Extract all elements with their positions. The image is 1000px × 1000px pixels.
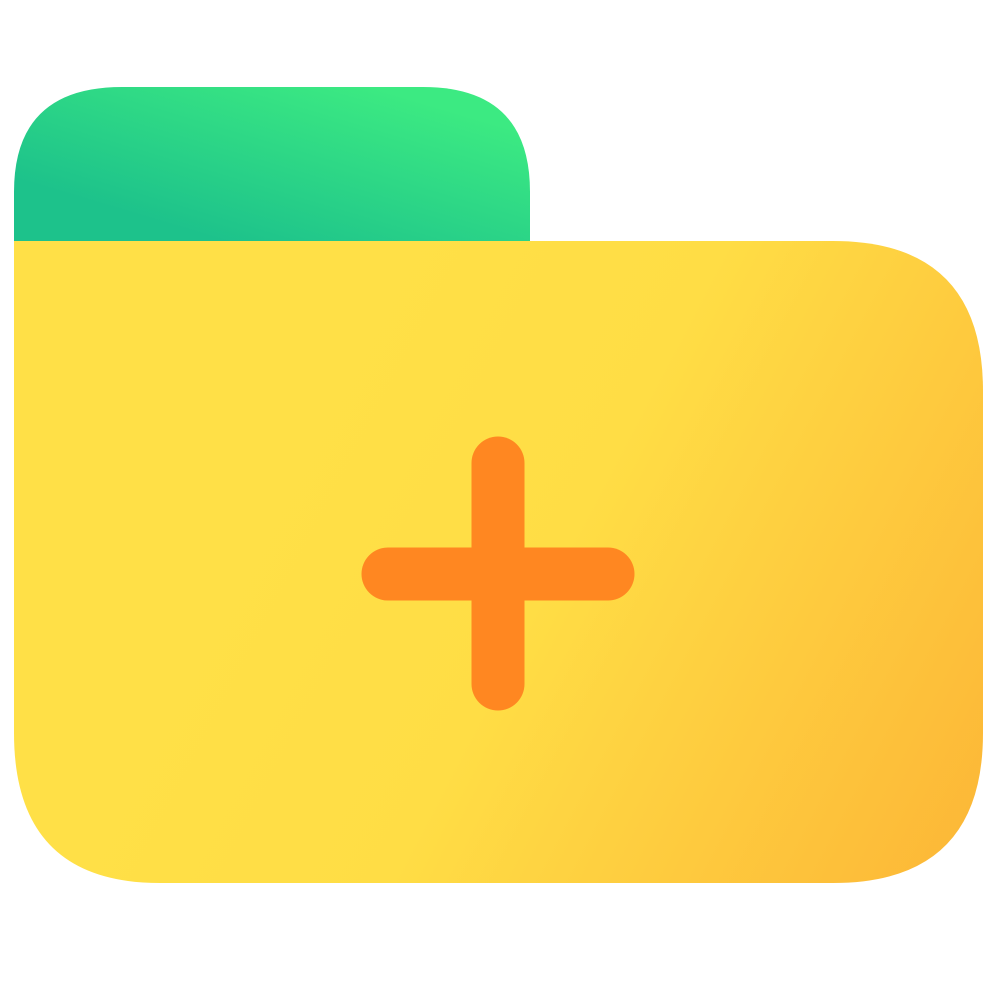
new-folder-icon	[0, 0, 1000, 1000]
folder-tab-icon	[14, 87, 530, 241]
new-folder-icon-graphic	[14, 87, 983, 883]
